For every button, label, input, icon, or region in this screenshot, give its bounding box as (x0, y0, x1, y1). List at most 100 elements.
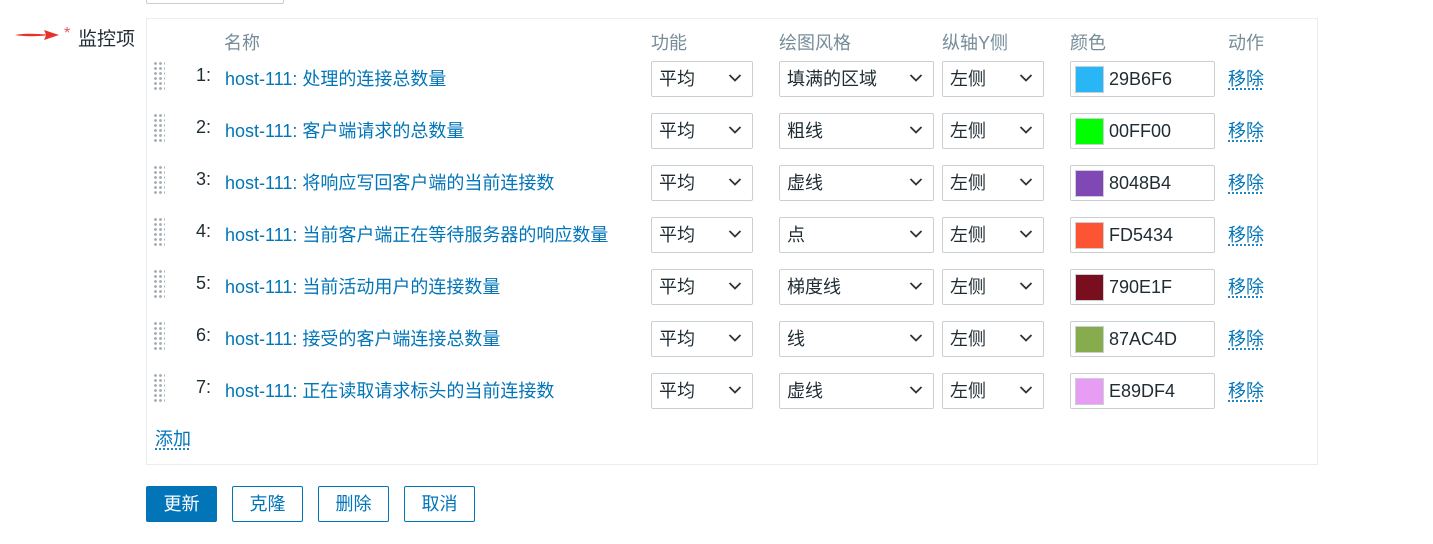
draw-style-select[interactable]: 梯度线 (779, 269, 934, 305)
item-name-link[interactable]: host-111: 正在读取请求标头的当前连接数 (225, 377, 554, 403)
function-select[interactable]: 平均 (651, 269, 753, 305)
cancel-button[interactable]: 取消 (404, 486, 475, 522)
item-name-link[interactable]: host-111: 客户端请求的总数量 (225, 117, 464, 143)
function-value: 平均 (659, 173, 695, 193)
color-picker[interactable]: 87AC4D (1070, 321, 1215, 357)
item-number: 6: (195, 325, 211, 345)
function-select[interactable]: 平均 (651, 217, 753, 253)
draw-style-select[interactable]: 虚线 (779, 373, 934, 409)
y-axis-select[interactable]: 左侧 (942, 373, 1044, 409)
y-axis-select[interactable]: 左侧 (942, 113, 1044, 149)
function-select[interactable]: 平均 (651, 61, 753, 97)
draw-style-select[interactable]: 粗线 (779, 113, 934, 149)
function-select[interactable]: 平均 (651, 373, 753, 409)
function-select[interactable]: 平均 (651, 321, 753, 357)
drag-handle-icon[interactable] (153, 217, 165, 247)
item-row: 1: host-111: 处理的连接总数量 平均 填满的区域 左侧 29B6F6 移除 (147, 61, 1317, 113)
item-row: 2: host-111: 客户端请求的总数量 平均 粗线 左侧 00FF00 移除 (147, 113, 1317, 165)
graph-items-table: 名称 功能 绘图风格 纵轴Y侧 颜色 动作 1: host-111: 处理的连接总… (146, 18, 1318, 465)
draw-style-value: 虚线 (787, 173, 823, 193)
y-axis-select[interactable]: 左侧 (942, 217, 1044, 253)
color-swatch[interactable] (1075, 118, 1104, 145)
color-swatch[interactable] (1075, 378, 1104, 405)
color-swatch[interactable] (1075, 222, 1104, 249)
chevron-down-icon (728, 282, 742, 290)
remove-item-link[interactable]: 移除 (1228, 377, 1264, 403)
draw-style-select[interactable]: 填满的区域 (779, 61, 934, 97)
chevron-down-icon (909, 178, 923, 186)
function-value: 平均 (659, 277, 695, 297)
draw-style-select[interactable]: 虚线 (779, 165, 934, 201)
draw-style-select[interactable]: 点 (779, 217, 934, 253)
header-action: 动作 (1228, 33, 1264, 53)
color-picker[interactable]: 8048B4 (1070, 165, 1215, 201)
remove-item-link[interactable]: 移除 (1228, 169, 1264, 195)
color-picker[interactable]: 790E1F (1070, 269, 1215, 305)
clone-button[interactable]: 克隆 (232, 486, 303, 522)
remove-item-link[interactable]: 移除 (1228, 221, 1264, 247)
color-swatch[interactable] (1075, 326, 1104, 353)
header-color: 颜色 (1070, 33, 1106, 53)
remove-item-link[interactable]: 移除 (1228, 65, 1264, 91)
remove-item-link[interactable]: 移除 (1228, 325, 1264, 351)
item-name-link[interactable]: host-111: 接受的客户端连接总数量 (225, 325, 500, 351)
drag-handle-icon[interactable] (153, 165, 165, 195)
previous-field-edge (146, 0, 284, 4)
update-button[interactable]: 更新 (146, 486, 217, 522)
red-arrow-annotation (15, 30, 59, 40)
y-axis-value: 左侧 (950, 121, 986, 141)
remove-item-link[interactable]: 移除 (1228, 117, 1264, 143)
item-row: 3: host-111: 将响应写回客户端的当前连接数 平均 虚线 左侧 8048B4 移除 (147, 165, 1317, 217)
item-number: 7: (195, 377, 211, 397)
chevron-down-icon (1019, 178, 1033, 186)
item-name-link[interactable]: host-111: 当前客户端正在等待服务器的响应数量 (225, 221, 608, 247)
chevron-down-icon (1019, 230, 1033, 238)
chevron-down-icon (728, 178, 742, 186)
chevron-down-icon (909, 282, 923, 290)
color-picker[interactable]: 00FF00 (1070, 113, 1215, 149)
draw-style-value: 点 (787, 225, 805, 245)
chevron-down-icon (909, 74, 923, 82)
color-picker[interactable]: 29B6F6 (1070, 61, 1215, 97)
drag-handle-icon[interactable] (153, 269, 165, 299)
item-row: 7: host-111: 正在读取请求标头的当前连接数 平均 虚线 左侧 E89DF4 移除 (147, 373, 1317, 425)
y-axis-select[interactable]: 左侧 (942, 269, 1044, 305)
color-swatch[interactable] (1075, 274, 1104, 301)
items-field-label: 监控项 (78, 29, 136, 50)
function-value: 平均 (659, 69, 695, 89)
chevron-down-icon (728, 126, 742, 134)
delete-button[interactable]: 删除 (318, 486, 389, 522)
add-item-link[interactable]: 添加 (155, 425, 191, 451)
color-swatch[interactable] (1075, 170, 1104, 197)
drag-handle-icon[interactable] (153, 61, 165, 91)
item-name-link[interactable]: host-111: 将响应写回客户端的当前连接数 (225, 169, 554, 195)
function-select[interactable]: 平均 (651, 113, 753, 149)
drag-handle-icon[interactable] (153, 373, 165, 403)
chevron-down-icon (1019, 334, 1033, 342)
color-picker[interactable]: E89DF4 (1070, 373, 1215, 409)
chevron-down-icon (909, 126, 923, 134)
color-hex-value: 790E1F (1109, 277, 1173, 297)
item-name-link[interactable]: host-111: 处理的连接总数量 (225, 65, 446, 91)
y-axis-value: 左侧 (950, 225, 986, 245)
item-number: 1: (195, 65, 211, 85)
item-number: 4: (195, 221, 211, 241)
draw-style-select[interactable]: 线 (779, 321, 934, 357)
color-picker[interactable]: FD5434 (1070, 217, 1215, 253)
color-swatch[interactable] (1075, 66, 1104, 93)
color-hex-value: 00FF00 (1109, 121, 1172, 141)
y-axis-select[interactable]: 左侧 (942, 165, 1044, 201)
color-hex-value: FD5434 (1109, 225, 1174, 245)
y-axis-select[interactable]: 左侧 (942, 321, 1044, 357)
chevron-down-icon (1019, 74, 1033, 82)
drag-handle-icon[interactable] (153, 113, 165, 143)
drag-handle-icon[interactable] (153, 321, 165, 351)
y-axis-select[interactable]: 左侧 (942, 61, 1044, 97)
header-function: 功能 (651, 33, 687, 53)
item-number: 2: (195, 117, 211, 137)
item-name-link[interactable]: host-111: 当前活动用户的连接数量 (225, 273, 500, 299)
remove-item-link[interactable]: 移除 (1228, 273, 1264, 299)
draw-style-value: 梯度线 (787, 277, 841, 297)
item-row: 5: host-111: 当前活动用户的连接数量 平均 梯度线 左侧 790E1F 移除 (147, 269, 1317, 321)
function-select[interactable]: 平均 (651, 165, 753, 201)
